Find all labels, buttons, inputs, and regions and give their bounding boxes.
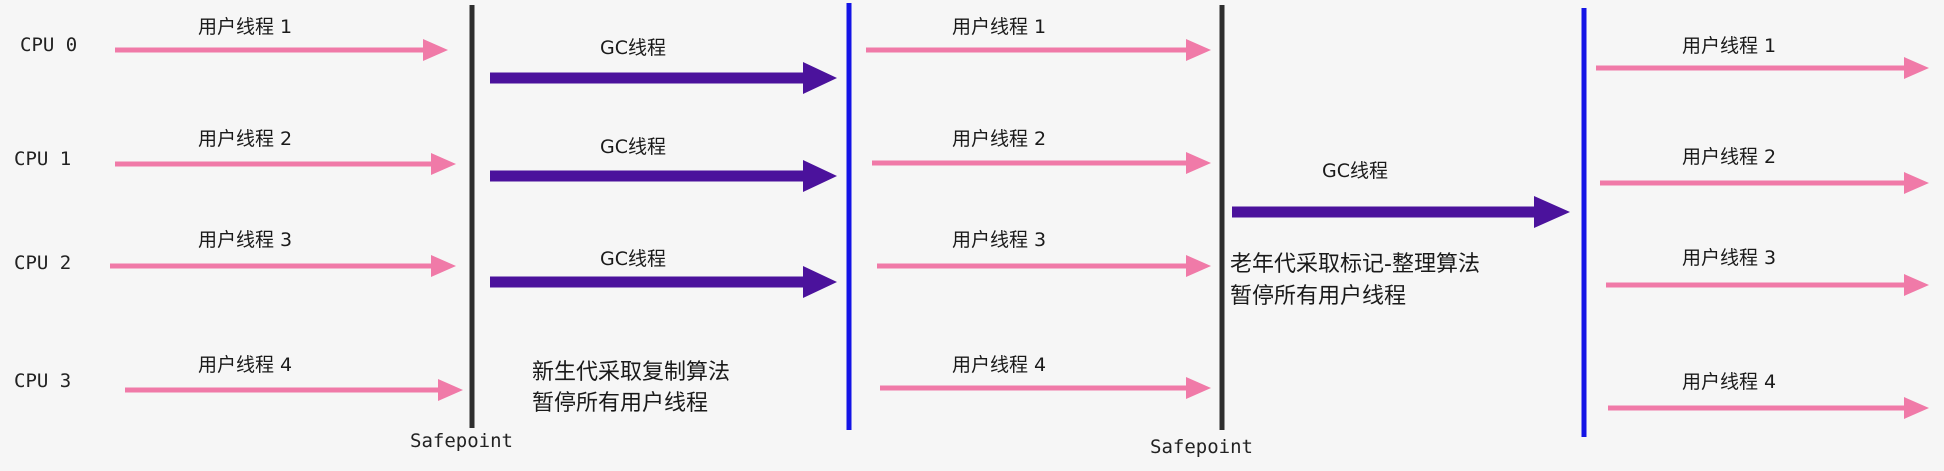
arrow-head: [1904, 172, 1929, 194]
old-gc-arrow-group: [1232, 196, 1570, 228]
young-gc-note-line2: 暂停所有用户线程: [532, 391, 709, 416]
cpu-label: CPU 2: [14, 252, 72, 274]
arrow-head: [423, 39, 448, 61]
cpu-label: CPU 3: [14, 370, 72, 392]
user-thread-label: 用户线程 2: [952, 128, 1047, 150]
safepoint-label: Safepoint: [410, 430, 513, 452]
old-gc-note-line2: 暂停所有用户线程: [1230, 284, 1407, 309]
user-thread-label: 用户线程 1: [198, 16, 293, 38]
arrow-head: [1186, 39, 1211, 61]
arrow-head: [1904, 397, 1929, 419]
arrow-head: [803, 266, 837, 298]
safepoint-label: Safepoint: [1150, 436, 1253, 458]
user-thread-label: 用户线程 3: [1682, 247, 1777, 269]
cpu-label: CPU 1: [14, 148, 72, 170]
user-thread-label: 用户线程 4: [952, 354, 1047, 376]
phase3-arrows: [1596, 57, 1929, 419]
phase1-arrows: [110, 39, 463, 401]
arrow-head: [431, 153, 456, 175]
user-thread-label: 用户线程 2: [1682, 146, 1777, 168]
user-thread-label: 用户线程 1: [1682, 35, 1777, 57]
arrow-head: [1186, 377, 1211, 399]
gc-thread-label: GC线程: [600, 248, 666, 270]
gc-thread-label: GC线程: [600, 37, 666, 59]
gc-thread-label: GC线程: [600, 136, 666, 158]
arrow-head: [803, 62, 837, 94]
user-thread-label: 用户线程 3: [952, 229, 1047, 251]
young-gc-note-line1: 新生代采取复制算法: [532, 360, 731, 385]
phase2-arrows: [866, 39, 1211, 399]
arrow-head: [1904, 274, 1929, 296]
gc-thread-label: GC线程: [1322, 160, 1388, 182]
arrow-head: [803, 160, 837, 192]
arrow-head: [1904, 57, 1929, 79]
arrow-head: [1186, 152, 1211, 174]
gc-diagram: CPU 0 CPU 1 CPU 2 CPU 3 用户线程 1 用户线程 2 用户…: [0, 0, 1944, 471]
cpu-label: CPU 0: [20, 34, 78, 56]
user-thread-label: 用户线程 4: [1682, 371, 1777, 393]
user-thread-label: 用户线程 3: [198, 229, 293, 251]
arrow-head: [1534, 196, 1570, 228]
arrow-head: [1186, 255, 1211, 277]
arrow-head: [438, 379, 463, 401]
user-thread-label: 用户线程 4: [198, 354, 293, 376]
old-gc-note-line1: 老年代采取标记-整理算法: [1230, 252, 1480, 277]
user-thread-label: 用户线程 2: [198, 128, 293, 150]
arrow-head: [431, 255, 456, 277]
user-thread-label: 用户线程 1: [952, 16, 1047, 38]
